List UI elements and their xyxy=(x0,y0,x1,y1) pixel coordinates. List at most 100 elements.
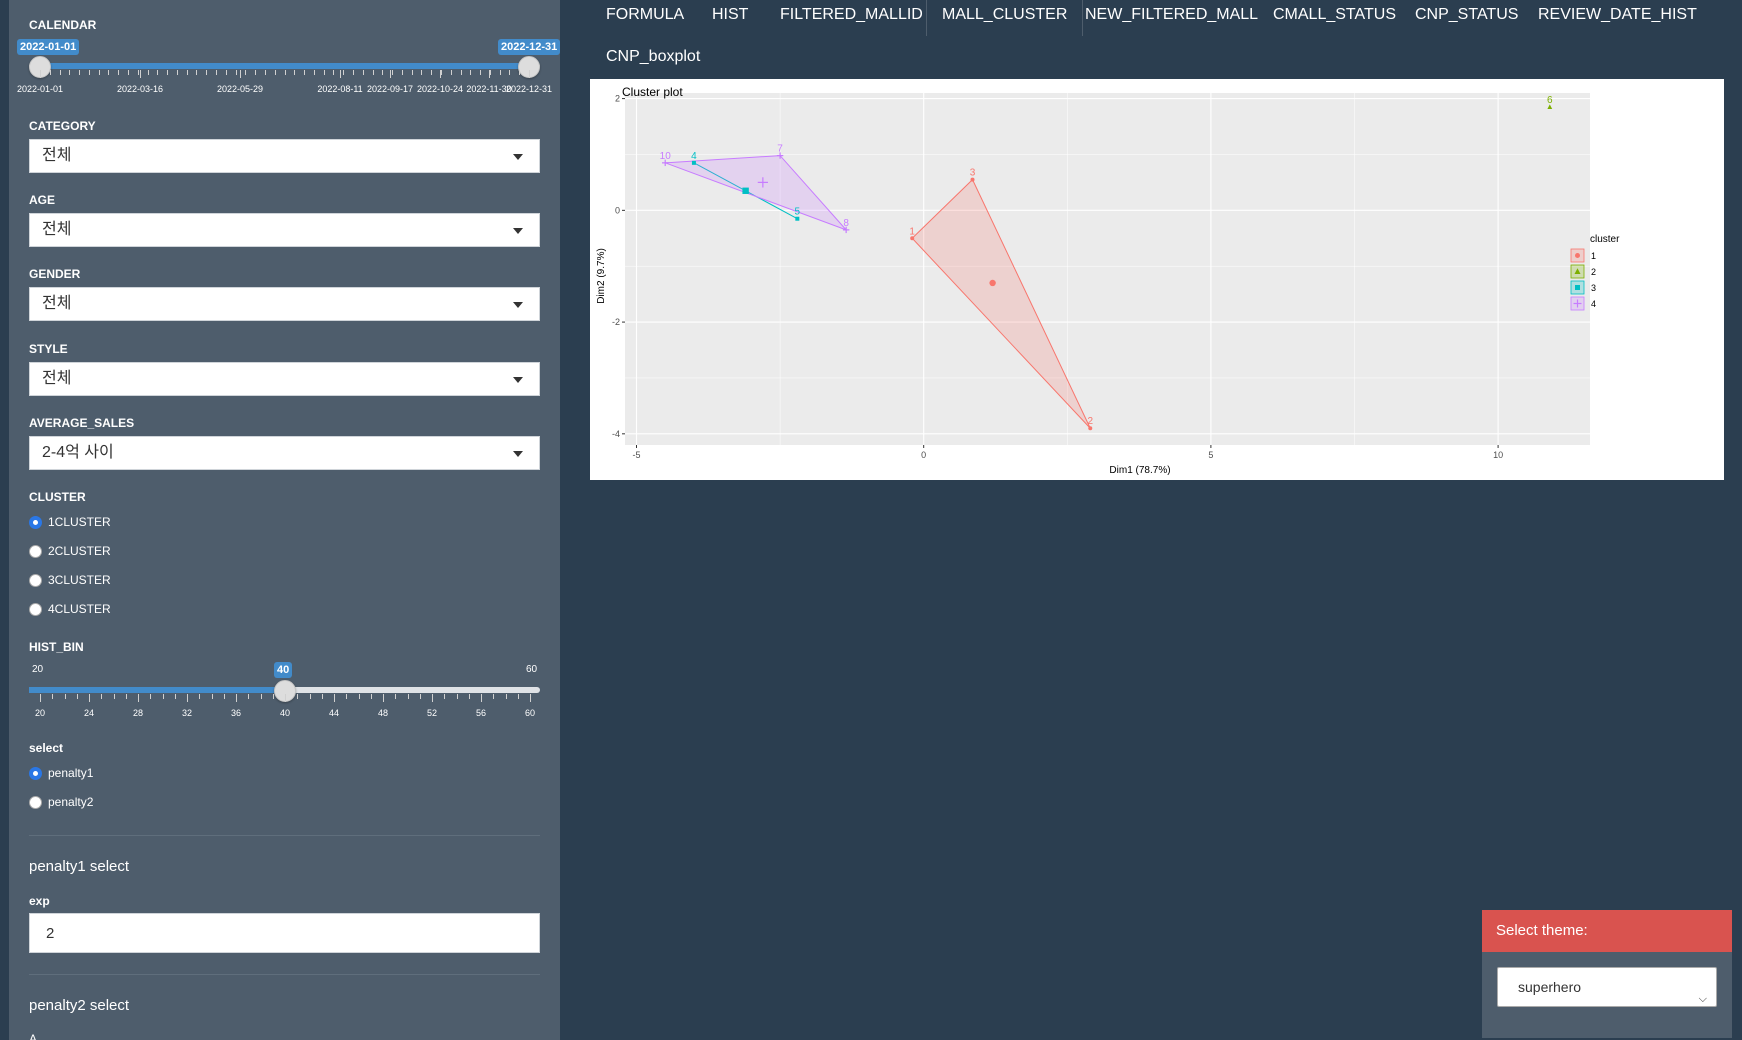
slider-major-tick xyxy=(89,694,90,702)
slider-minor-tick xyxy=(223,694,225,699)
slider-tick-label: 2022-09-17 xyxy=(366,84,414,94)
chart-title: Cluster plot xyxy=(622,85,683,99)
slider-minor-tick xyxy=(407,694,409,699)
select-option-penalty1[interactable]: penalty1 xyxy=(29,763,93,783)
slider-minor-tick xyxy=(64,694,66,699)
style-select[interactable]: 전체 xyxy=(29,362,540,396)
theme-select[interactable]: superhero ⌵ xyxy=(1497,967,1717,1007)
slider-minor-tick xyxy=(444,694,446,699)
radio-icon xyxy=(29,602,42,616)
slider-minor-tick xyxy=(88,70,90,75)
slider-minor-tick xyxy=(255,70,257,75)
slider-minor-tick xyxy=(519,70,521,75)
slider-minor-tick xyxy=(382,70,384,75)
slider-tick-label: 36 xyxy=(230,708,242,718)
gender-select[interactable]: 전체 xyxy=(29,287,540,321)
tab-cnp-boxplot[interactable]: CNP_boxplot xyxy=(591,42,715,78)
slider-tick-label: 20 xyxy=(34,708,46,718)
legend-label: 3 xyxy=(1591,283,1596,293)
radio-selected-icon xyxy=(29,515,42,529)
slider-minor-tick xyxy=(176,70,178,75)
data-point-label: 2 xyxy=(1087,416,1093,427)
tab-new-filtered-mall[interactable]: NEW_FILTERED_MALL xyxy=(1070,0,1273,36)
slider-minor-tick xyxy=(147,70,149,75)
slider-minor-tick xyxy=(284,70,286,75)
slider-minor-tick xyxy=(460,70,462,75)
category-select[interactable]: 전체 xyxy=(29,139,540,173)
tab-filtered-mallid[interactable]: FILTERED_MALLID xyxy=(765,0,938,36)
slider-minor-tick xyxy=(245,70,247,75)
slider-minor-tick xyxy=(343,70,345,75)
slider-minor-tick xyxy=(395,694,397,699)
slider-minor-tick xyxy=(358,694,360,699)
slider-minor-tick xyxy=(411,70,413,75)
category-value: 전체 xyxy=(42,147,72,164)
slider-tick-label: 24 xyxy=(83,708,95,718)
x-axis-label: Dim1 (78.7%) xyxy=(1109,465,1170,476)
cluster-option-3[interactable]: 3CLUSTER xyxy=(29,570,111,590)
slider-major-tick xyxy=(340,70,341,78)
cluster-1-center xyxy=(989,279,996,287)
slider-major-tick xyxy=(40,694,41,702)
slider-minor-tick xyxy=(235,70,237,75)
slider-tick-label: 2022-05-29 xyxy=(216,84,264,94)
average-sales-value: 2-4억 사이 xyxy=(42,444,114,461)
exp-input[interactable]: 2 xyxy=(29,913,540,953)
average-sales-label: AVERAGE_SALES xyxy=(29,416,135,430)
age-select[interactable]: 전체 xyxy=(29,213,540,247)
cluster-option-label: 2CLUSTER xyxy=(48,544,111,558)
data-point-label: 5 xyxy=(795,207,801,218)
slider-minor-tick xyxy=(392,70,394,75)
cluster-option-label: 4CLUSTER xyxy=(48,602,111,616)
slider-minor-tick xyxy=(370,694,372,699)
cluster-option-4[interactable]: 4CLUSTER xyxy=(29,599,111,619)
slider-minor-tick xyxy=(79,70,81,75)
calendar-fill xyxy=(38,63,529,69)
y-tick-label: -2 xyxy=(612,317,620,327)
slider-minor-tick xyxy=(69,70,71,75)
dropdown-caret-icon xyxy=(513,451,523,457)
x-tick-label: 5 xyxy=(1208,450,1213,460)
slider-minor-tick xyxy=(352,70,354,75)
slider-major-tick xyxy=(40,70,41,78)
hist-bin-value: 40 xyxy=(274,662,293,678)
slider-major-tick xyxy=(140,70,141,78)
hist-bin-fill xyxy=(29,687,285,693)
slider-major-tick xyxy=(390,70,391,78)
cluster-option-2[interactable]: 2CLUSTER xyxy=(29,541,111,561)
slider-tick-label: 2022-11-30 xyxy=(466,84,512,94)
slider-minor-tick xyxy=(49,70,51,75)
select-label: select xyxy=(29,741,64,755)
tab-formula[interactable]: FORMULA xyxy=(591,0,699,36)
theme-picker: Select theme: superhero ⌵ xyxy=(1482,910,1732,1038)
theme-value: superhero xyxy=(1518,979,1582,995)
tab-review-date-hist[interactable]: REVIEW_DATE_HIST xyxy=(1523,0,1712,36)
slider-minor-tick xyxy=(346,694,348,699)
tab-cmall-status[interactable]: CMALL_STATUS xyxy=(1258,0,1411,36)
penalty2-title: penalty2 select xyxy=(29,997,130,1014)
slider-minor-tick xyxy=(125,694,127,699)
tab-hist[interactable]: HIST xyxy=(697,0,763,36)
tab-mall-cluster[interactable]: MALL_CLUSTER xyxy=(926,0,1084,36)
calendar-slider[interactable]: 2022-01-01 2022-12-31 2022-01-01 2022-03-… xyxy=(17,0,560,100)
style-label: STYLE xyxy=(29,342,68,356)
slider-minor-tick xyxy=(225,70,227,75)
select-option-penalty2[interactable]: penalty2 xyxy=(29,792,93,812)
average-sales-select[interactable]: 2-4억 사이 xyxy=(29,436,540,470)
slider-major-tick xyxy=(529,70,530,78)
slider-minor-tick xyxy=(272,694,274,699)
gender-label: GENDER xyxy=(29,267,81,281)
slider-minor-tick xyxy=(157,70,159,75)
slider-major-tick xyxy=(285,694,286,702)
slider-minor-tick xyxy=(150,694,152,699)
slider-tick-label: 2022-03-16 xyxy=(116,84,164,94)
slider-minor-tick xyxy=(52,694,54,699)
hist-bin-slider[interactable]: 20 60 40 20 24 28 32 36 40 44 48 52 56 60 xyxy=(29,625,541,725)
tab-cnp-status[interactable]: CNP_STATUS xyxy=(1400,0,1533,36)
slider-minor-tick xyxy=(76,694,78,699)
cluster-option-1[interactable]: 1CLUSTER xyxy=(29,512,111,532)
chevron-down-icon: ⌵ xyxy=(1698,993,1707,1005)
slider-minor-tick xyxy=(137,70,139,75)
slider-minor-tick xyxy=(264,70,266,75)
cluster-option-label: 1CLUSTER xyxy=(48,515,111,529)
